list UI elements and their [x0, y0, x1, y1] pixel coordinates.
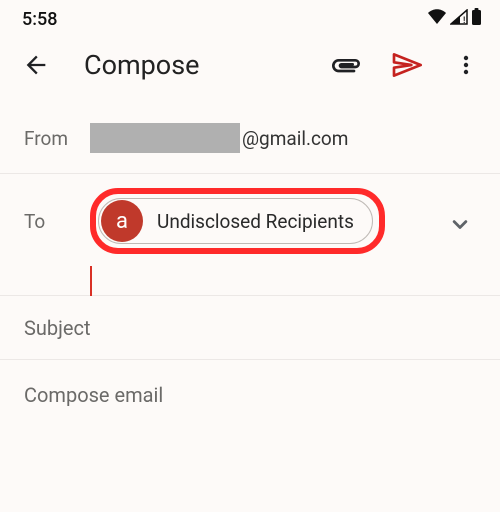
text-cursor — [90, 266, 92, 296]
wifi-icon — [427, 9, 447, 30]
app-bar: Compose — [0, 35, 500, 103]
battery-icon — [471, 8, 482, 31]
avatar: a — [101, 200, 143, 242]
from-label: From — [24, 127, 90, 150]
more-icon[interactable] — [446, 45, 486, 85]
status-icons: ! — [427, 8, 482, 31]
svg-text:!: ! — [463, 16, 465, 25]
from-domain: @gmail.com — [242, 127, 348, 150]
send-icon[interactable] — [386, 45, 426, 85]
recipient-chip[interactable]: a Undisclosed Recipients — [98, 198, 373, 244]
signal-icon: ! — [450, 9, 468, 30]
spacer — [24, 264, 90, 296]
chevron-down-icon[interactable] — [446, 210, 474, 242]
attach-icon[interactable] — [326, 45, 366, 85]
from-redacted — [90, 123, 240, 153]
annotation-highlight: a Undisclosed Recipients — [90, 188, 385, 254]
subject-input[interactable]: Subject — [24, 316, 91, 340]
status-time: 5:58 — [22, 9, 57, 30]
status-bar: 5:58 ! — [0, 0, 500, 35]
from-value: @gmail.com — [90, 123, 476, 153]
from-row[interactable]: From @gmail.com — [0, 103, 500, 173]
subject-row[interactable]: Subject — [0, 295, 500, 359]
to-label: To — [24, 210, 90, 233]
body-row[interactable]: Compose email — [0, 359, 500, 429]
page-title: Compose — [84, 49, 306, 81]
to-row[interactable]: To a Undisclosed Recipients — [0, 173, 500, 295]
back-icon[interactable] — [16, 45, 56, 85]
recipient-chip-label: Undisclosed Recipients — [157, 210, 354, 233]
body-input[interactable]: Compose email — [24, 383, 163, 407]
